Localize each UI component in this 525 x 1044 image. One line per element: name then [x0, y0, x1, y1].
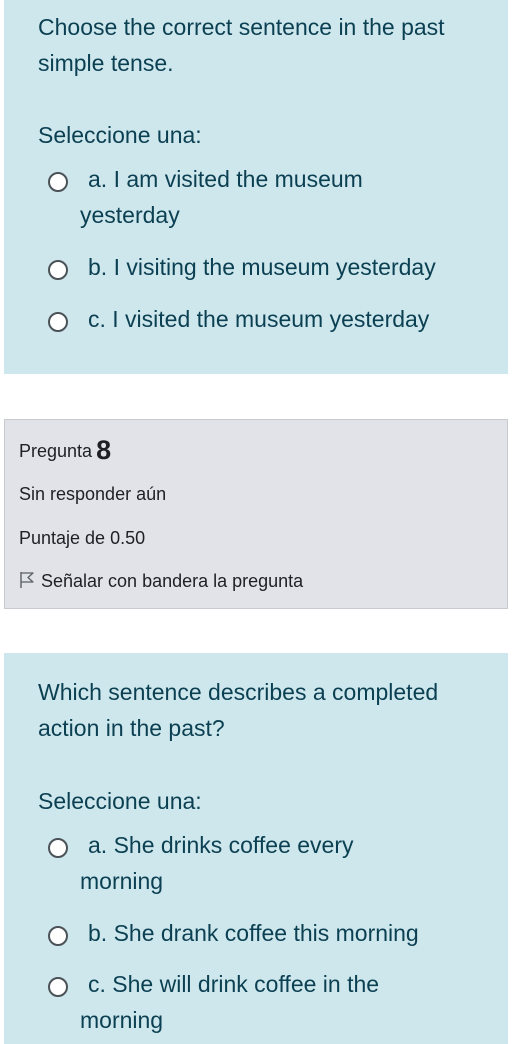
radio-button[interactable]: [48, 838, 68, 858]
option-a-text-cont: morning: [80, 868, 164, 894]
question-1-text: Choose the correct sentence in the past …: [38, 14, 445, 76]
question-1-option-c[interactable]: c. I visited the museum yesterday: [48, 306, 478, 337]
question-state: Sin responder aún: [19, 484, 167, 504]
radio-button[interactable]: [48, 977, 68, 997]
option-c-text: c. She will drink coffee in the: [88, 971, 380, 997]
question-number: 8: [96, 435, 112, 465]
question-2-text: Which sentence describes a completed act…: [38, 679, 439, 741]
option-b-text: b. I visiting the museum yesterday: [88, 254, 436, 280]
flag-label: Señalar con bandera la pregunta: [41, 571, 304, 591]
option-c-text-cont: morning: [80, 1007, 164, 1033]
option-a-text-cont: yesterday: [80, 202, 180, 228]
question-1-option-b[interactable]: b. I visiting the museum yesterday: [48, 254, 478, 285]
option-a-text: a. I am visited the museum: [88, 166, 363, 192]
question-label: Pregunta: [19, 441, 93, 461]
radio-button[interactable]: [48, 260, 68, 280]
question-2-option-c[interactable]: c. She will drink coffee in the morning: [48, 971, 478, 1038]
question-1-prompt: Seleccione una:: [38, 122, 202, 148]
option-c-text: c. I visited the museum yesterday: [88, 306, 430, 332]
option-a-text: a. She drinks coffee every: [88, 832, 354, 858]
question-2-content: Which sentence describes a completed act…: [4, 653, 508, 1044]
question-info-panel: Pregunta 8 Sin responder aún Puntaje de 0…: [4, 419, 508, 609]
question-number-row: Pregunta 8: [19, 435, 112, 465]
question-1-option-a[interactable]: a. I am visited the museum yesterday: [48, 166, 478, 233]
question-2-option-b[interactable]: b. She drank coffee this morning: [48, 920, 478, 951]
question-2-prompt: Seleccione una:: [38, 788, 202, 814]
question-1-content: Choose the correct sentence in the past …: [4, 0, 508, 374]
flag-question-link[interactable]: Señalar con bandera la pregunta: [19, 569, 303, 593]
radio-button[interactable]: [48, 312, 68, 332]
question-2-option-a[interactable]: a. She drinks coffee every morning: [48, 832, 478, 899]
radio-button[interactable]: [48, 926, 68, 946]
radio-button[interactable]: [48, 172, 68, 192]
question-grade: Puntaje de 0.50: [19, 528, 146, 548]
option-b-text: b. She drank coffee this morning: [88, 920, 419, 946]
flag-outline-icon: [19, 571, 41, 591]
